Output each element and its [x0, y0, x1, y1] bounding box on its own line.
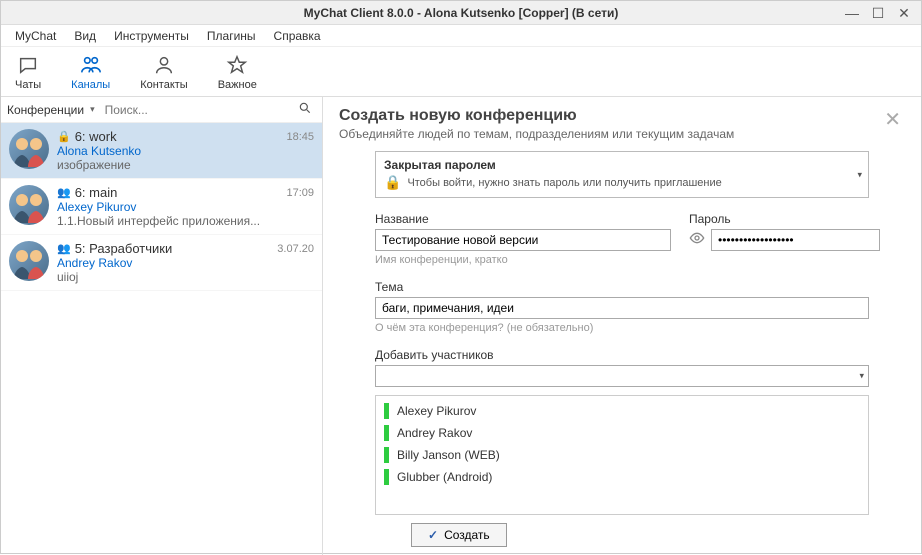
sidebar-tab-label[interactable]: Конференции — [7, 103, 84, 117]
name-hint: Имя конференции, кратко — [375, 254, 671, 266]
group-icon: 👥 — [57, 242, 71, 255]
toolbar: Чаты Каналы Контакты Важное — [1, 47, 921, 97]
password-label: Пароль — [689, 212, 869, 226]
participant-item[interactable]: Glubber (Android) — [376, 466, 868, 488]
sidebar-head: Конференции ▾ — [1, 97, 322, 123]
add-participants-dropdown[interactable]: ▾ — [375, 365, 869, 387]
chat-bubble-icon — [16, 53, 40, 77]
group-icon: 👥 — [57, 186, 71, 199]
topic-input[interactable] — [375, 297, 869, 319]
password-input[interactable] — [711, 229, 880, 251]
window-title: MyChat Client 8.0.0 - Alona Kutsenko [Co… — [1, 6, 921, 20]
privacy-selector[interactable]: Закрытая паролем 🔒 Чтобы войти, нужно зн… — [375, 151, 869, 198]
contacts-icon — [152, 53, 176, 77]
eye-icon[interactable] — [689, 230, 705, 250]
panel-title: Создать новую конференцию — [339, 107, 880, 125]
conference-title: 6: main — [75, 185, 118, 200]
avatar — [9, 129, 49, 169]
conference-title: 6: work — [75, 129, 117, 144]
status-online-icon — [384, 447, 389, 463]
status-online-icon — [384, 403, 389, 419]
menubar: MyChat Вид Инструменты Плагины Справка — [1, 25, 921, 47]
titlebar: MyChat Client 8.0.0 - Alona Kutsenko [Co… — [1, 1, 921, 25]
status-online-icon — [384, 469, 389, 485]
conference-item[interactable]: 🔒 6: work 18:45 Alona Kutsenko изображен… — [1, 123, 322, 179]
search-icon[interactable] — [294, 101, 316, 118]
conference-title: 5: Разработчики — [75, 241, 173, 256]
participants-list: Alexey Pikurov Andrey Rakov Billy Janson… — [375, 395, 869, 515]
privacy-title: Закрытая паролем — [384, 158, 860, 172]
privacy-desc: Чтобы войти, нужно знать пароль или полу… — [407, 177, 721, 189]
tool-contacts[interactable]: Контакты — [134, 51, 194, 93]
conference-time: 18:45 — [286, 131, 314, 143]
participant-item[interactable]: Billy Janson (WEB) — [376, 444, 868, 466]
name-label: Название — [375, 212, 671, 226]
lock-icon: 🔒 — [57, 130, 71, 143]
avatar — [9, 241, 49, 281]
participant-item[interactable]: Alexey Pikurov — [376, 400, 868, 422]
chevron-down-icon: ▾ — [859, 371, 864, 382]
tool-channels[interactable]: Каналы — [65, 51, 116, 93]
menu-view[interactable]: Вид — [66, 27, 104, 45]
maximize-button[interactable]: ☐ — [865, 1, 891, 25]
conference-time: 3.07.20 — [277, 243, 314, 255]
menu-mychat[interactable]: MyChat — [7, 27, 64, 45]
sidebar: Конференции ▾ 🔒 6: work 18:45 Alona Kuts… — [1, 97, 323, 555]
avatar — [9, 185, 49, 225]
search-input[interactable] — [101, 101, 288, 119]
status-online-icon — [384, 425, 389, 441]
panel-subtitle: Объединяйте людей по темам, подразделени… — [339, 127, 880, 141]
lock-icon: 🔒 — [384, 174, 401, 191]
menu-plugins[interactable]: Плагины — [199, 27, 264, 45]
close-window-button[interactable]: ✕ — [891, 1, 917, 25]
conference-item[interactable]: 👥 5: Разработчики 3.07.20 Andrey Rakov u… — [1, 235, 322, 291]
conference-message: изображение — [57, 158, 314, 172]
tool-chats[interactable]: Чаты — [9, 51, 47, 93]
add-participants-label: Добавить участников — [375, 348, 869, 362]
conference-list: 🔒 6: work 18:45 Alona Kutsenko изображен… — [1, 123, 322, 555]
star-icon — [225, 53, 249, 77]
channels-icon — [79, 53, 103, 77]
main-panel: Создать новую конференцию Объединяйте лю… — [323, 97, 921, 555]
topic-label: Тема — [375, 280, 869, 294]
close-panel-button[interactable]: ✕ — [880, 107, 905, 132]
conference-message: uiioj — [57, 270, 314, 284]
conference-message: 1.1.Новый интерфейс приложения... — [57, 214, 314, 228]
menu-help[interactable]: Справка — [266, 27, 329, 45]
topic-hint: О чём эта конференция? (не обязательно) — [375, 322, 869, 334]
chevron-down-icon[interactable]: ▾ — [857, 169, 862, 180]
tool-important[interactable]: Важное — [212, 51, 263, 93]
conference-item[interactable]: 👥 6: main 17:09 Alexey Pikurov 1.1.Новый… — [1, 179, 322, 235]
create-button[interactable]: ✓ Создать — [411, 523, 507, 547]
conference-user: Andrey Rakov — [57, 256, 314, 270]
conference-time: 17:09 — [286, 187, 314, 199]
conference-user: Alexey Pikurov — [57, 200, 314, 214]
participant-item[interactable]: Andrey Rakov — [376, 422, 868, 444]
name-input[interactable] — [375, 229, 671, 251]
chevron-down-icon[interactable]: ▾ — [90, 104, 95, 115]
conference-user: Alona Kutsenko — [57, 144, 314, 158]
check-icon: ✓ — [428, 528, 438, 542]
minimize-button[interactable]: — — [839, 1, 865, 25]
menu-tools[interactable]: Инструменты — [106, 27, 197, 45]
